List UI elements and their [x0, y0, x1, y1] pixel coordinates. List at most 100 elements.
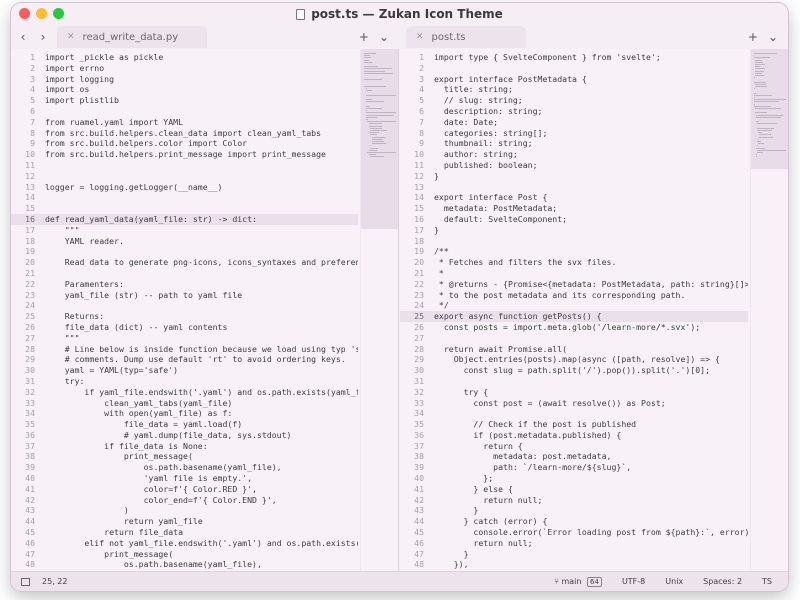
- code-line[interactable]: 22 Paramenters:: [11, 279, 358, 290]
- code-line[interactable]: 27 """: [11, 333, 358, 344]
- code-line[interactable]: 6 description: string;: [400, 106, 748, 117]
- code-line[interactable]: 24 */: [400, 300, 748, 311]
- code-line[interactable]: 9 thumbnail: string;: [400, 138, 748, 149]
- code-line[interactable]: 25 export async function getPosts() {: [400, 311, 748, 322]
- code-line[interactable]: 21 *: [400, 268, 748, 279]
- code-line[interactable]: 35 file_data = yaml.load(f): [11, 419, 358, 430]
- code-line[interactable]: 47 print_message(: [11, 549, 358, 560]
- code-line[interactable]: 31: [400, 376, 748, 387]
- code-line[interactable]: 31 try:: [11, 376, 358, 387]
- code-line[interactable]: 43 ): [11, 505, 358, 516]
- code-line[interactable]: 45 return file_data: [11, 527, 358, 538]
- code-line[interactable]: 3 import logging: [11, 74, 358, 85]
- code-line[interactable]: 33 const post = (await resolve()) as Pos…: [400, 398, 748, 409]
- code-line[interactable]: 48 }),: [400, 559, 748, 570]
- close-icon[interactable]: ✕: [67, 32, 75, 42]
- code-line[interactable]: 13 logger = logging.getLogger(__name__): [11, 182, 358, 193]
- chevron-down-icon[interactable]: ⌄: [768, 30, 778, 44]
- code-line[interactable]: 28 return await Promise.all(: [400, 344, 748, 355]
- chevron-left-icon[interactable]: ‹: [15, 30, 31, 44]
- code-line[interactable]: 23 yaml_file (str) -- path to yaml file: [11, 290, 358, 301]
- code-line[interactable]: 19: [11, 246, 358, 257]
- code-line[interactable]: 16 def read_yaml_data(yaml_file: str) -> …: [11, 213, 358, 225]
- plus-icon[interactable]: +: [748, 30, 758, 44]
- code-line[interactable]: 2: [400, 63, 748, 74]
- line-endings[interactable]: Unix: [665, 577, 683, 586]
- code-line[interactable]: 16 default: SvelteComponent;: [400, 214, 748, 225]
- code-line[interactable]: 22 * @returns - {Promise<{metadata: Post…: [400, 279, 748, 290]
- code-line[interactable]: 23 * to the post metadata and its corres…: [400, 290, 748, 301]
- code-line[interactable]: 14 export interface Post {: [400, 192, 748, 203]
- code-line[interactable]: 1 import type { SvelteComponent } from 's…: [400, 52, 748, 63]
- code-line[interactable]: 19 /**: [400, 246, 748, 257]
- code-line[interactable]: 30 yaml = YAML(typ='safe'): [11, 365, 358, 376]
- code-line[interactable]: 40 'yaml file is empty.',: [11, 473, 358, 484]
- code-line[interactable]: 5 // slug: string;: [400, 95, 748, 106]
- code-line[interactable]: 29 Object.entries(posts).map(async ([pat…: [400, 354, 748, 365]
- code-area[interactable]: 1 import type { SvelteComponent } from 's…: [400, 52, 748, 570]
- code-line[interactable]: 47 }: [400, 549, 748, 560]
- code-line[interactable]: 10 from src.build.helpers.print_message i…: [11, 149, 358, 160]
- code-line[interactable]: 24: [11, 300, 358, 311]
- tab-read-write-data[interactable]: ✕ read_write_data.py: [57, 26, 207, 48]
- code-line[interactable]: 21: [11, 268, 358, 279]
- code-line[interactable]: 14: [11, 192, 358, 203]
- code-line[interactable]: 41 color=f'{ Color.RED }',: [11, 484, 358, 495]
- code-line[interactable]: 32 if yaml_file.endswith('.yaml') and os…: [11, 387, 358, 398]
- code-line[interactable]: 2 import errno: [11, 63, 358, 74]
- code-line[interactable]: 39 os.path.basename(yaml_file),: [11, 462, 358, 473]
- code-line[interactable]: 1 import _pickle as pickle: [11, 52, 358, 63]
- syntax[interactable]: TS: [762, 577, 772, 586]
- code-line[interactable]: 46 return null;: [400, 538, 748, 549]
- maximize-window-button[interactable]: [53, 8, 64, 19]
- code-line[interactable]: 29 # comments. Dump use default 'rt' to …: [11, 354, 358, 365]
- code-line[interactable]: 32 try {: [400, 387, 748, 398]
- code-line[interactable]: 45 console.error(`Error loading post fro…: [400, 527, 748, 538]
- code-line[interactable]: 40 };: [400, 473, 748, 484]
- code-line[interactable]: 12: [11, 171, 358, 182]
- tab-post-ts[interactable]: ✕ post.ts: [406, 26, 526, 48]
- indentation[interactable]: Spaces: 2: [703, 577, 742, 586]
- code-line[interactable]: 7 date: Date;: [400, 117, 748, 128]
- code-area[interactable]: 1 import _pickle as pickle 2 import errno 3 i…: [11, 52, 358, 570]
- close-icon[interactable]: ✕: [416, 32, 424, 42]
- code-line[interactable]: 15 metadata: PostMetadata;: [400, 203, 748, 214]
- code-line[interactable]: 7 from ruamel.yaml import YAML: [11, 117, 358, 128]
- minimize-window-button[interactable]: [36, 8, 47, 19]
- code-line[interactable]: 11 published: boolean;: [400, 160, 748, 171]
- code-line[interactable]: 37 return {: [400, 441, 748, 452]
- code-line[interactable]: 26 const posts = import.meta.glob('/lear…: [400, 322, 748, 333]
- code-line[interactable]: 35 // Check if the post is published: [400, 419, 748, 430]
- code-line[interactable]: 44 } catch (error) {: [400, 516, 748, 527]
- code-line[interactable]: 34 with open(yaml_file) as f:: [11, 408, 358, 419]
- cursor-position[interactable]: 25, 22: [42, 577, 67, 586]
- chevron-right-icon[interactable]: ›: [35, 30, 51, 44]
- code-line[interactable]: 27: [400, 333, 748, 344]
- code-line[interactable]: 8 from src.build.helpers.clean_data impor…: [11, 128, 358, 139]
- minimap[interactable]: [750, 49, 788, 571]
- code-line[interactable]: 37 if file_data is None:: [11, 441, 358, 452]
- close-window-button[interactable]: [19, 8, 30, 19]
- code-line[interactable]: 12}: [400, 171, 748, 182]
- code-line[interactable]: 18: [400, 236, 748, 247]
- code-line[interactable]: 36 if (post.metadata.published) {: [400, 430, 748, 441]
- code-line[interactable]: 41 } else {: [400, 484, 748, 495]
- code-line[interactable]: 38 metadata: post.metadata,: [400, 451, 748, 462]
- right-editor-pane[interactable]: 1 import type { SvelteComponent } from 's…: [400, 49, 788, 571]
- code-line[interactable]: 3 export interface PostMetadata {: [400, 74, 748, 85]
- code-line[interactable]: 5 import plistlib: [11, 95, 358, 106]
- code-line[interactable]: 11: [11, 160, 358, 171]
- code-line[interactable]: 25 Returns:: [11, 311, 358, 322]
- code-line[interactable]: 10 author: string;: [400, 149, 748, 160]
- code-line[interactable]: 6: [11, 106, 358, 117]
- code-line[interactable]: 48 os.path.basename(yaml_file),: [11, 559, 358, 570]
- code-line[interactable]: 44 return yaml_file: [11, 516, 358, 527]
- code-line[interactable]: 20 * Fetches and filters the svx files.: [400, 257, 748, 268]
- code-line[interactable]: 15: [11, 203, 358, 214]
- code-line[interactable]: 9 from src.build.helpers.color import Col…: [11, 138, 358, 149]
- code-line[interactable]: 34: [400, 408, 748, 419]
- code-line[interactable]: 17}: [400, 225, 748, 236]
- panel-icon[interactable]: [21, 577, 30, 586]
- code-line[interactable]: 46 elif not yaml_file.endswith('.yaml') …: [11, 538, 358, 549]
- code-line[interactable]: 17 """: [11, 225, 358, 236]
